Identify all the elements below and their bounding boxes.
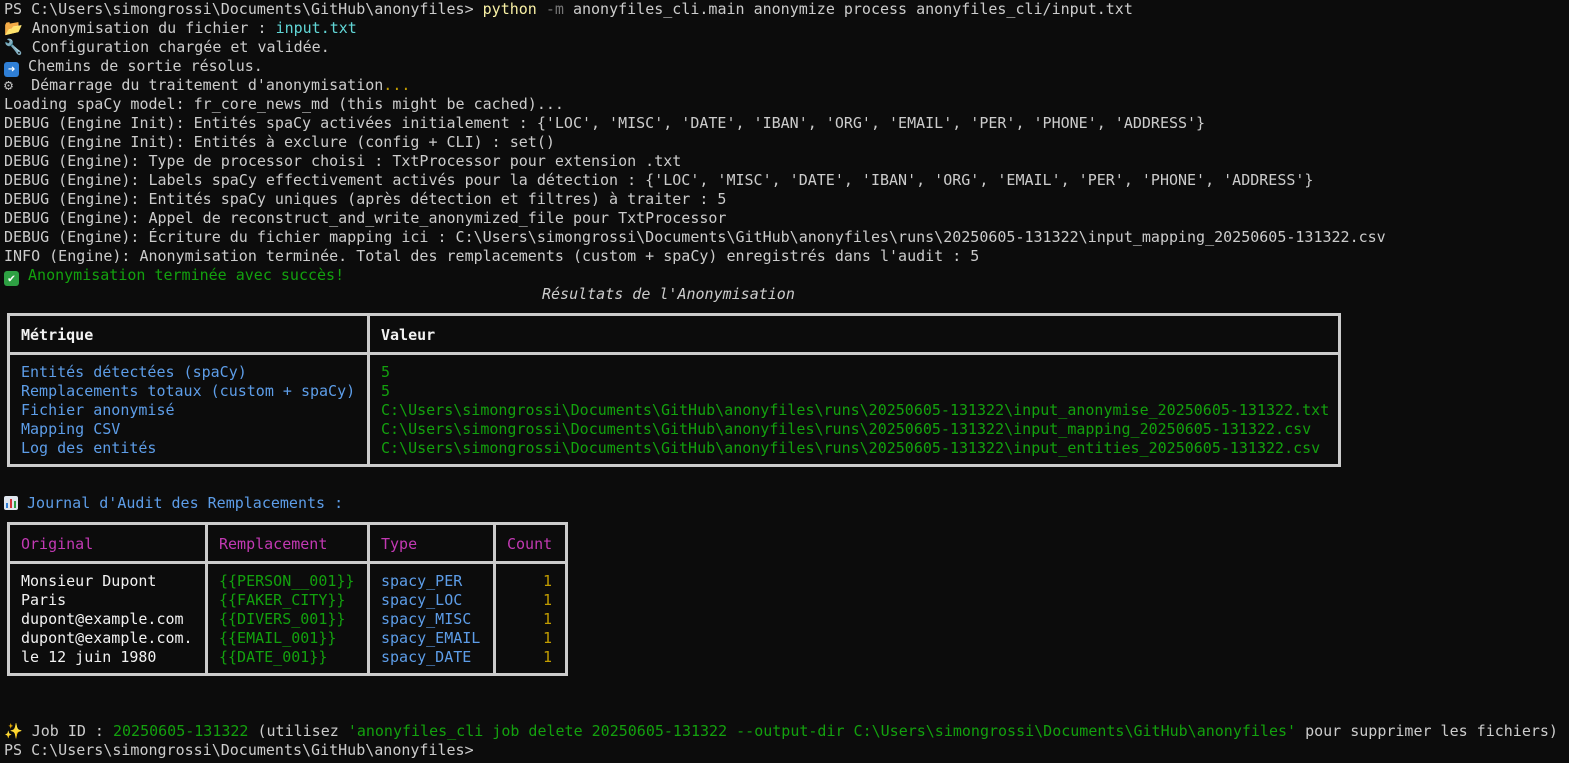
replacement-cell: {{PERSON__001}} xyxy=(219,572,355,590)
audit-table: Original Remplacement Type Count Monsieu… xyxy=(7,522,568,676)
original-cell: dupont@example.com. xyxy=(21,629,193,647)
status-line-file: 📂 Anonymisation du fichier : input.txt xyxy=(4,19,357,37)
column-divider xyxy=(205,525,208,673)
job-line: ✨ Job ID : 20250605-131322 (utilisez 'an… xyxy=(4,722,1558,740)
final-prompt[interactable]: PS C:\Users\simongrossi\Documents\GitHub… xyxy=(4,741,474,760)
gear-icon: ⚙ xyxy=(4,76,14,94)
command-name: python xyxy=(482,0,537,18)
input-filename: input.txt xyxy=(275,19,357,37)
audit-title-line: Journal d'Audit des Remplacements : xyxy=(4,494,343,513)
metric-value: C:\Users\simongrossi\Documents\GitHub\an… xyxy=(381,439,1321,457)
delete-command: 'anonyfiles_cli job delete 20250605-1313… xyxy=(347,722,1297,740)
original-cell: Monsieur Dupont xyxy=(21,572,157,590)
status-line-start: ⚙ Démarrage du traitement d'anonymisatio… xyxy=(4,76,411,94)
results-table: Métrique Valeur Entités détectées (spaCy… xyxy=(7,313,1341,467)
type-cell: spacy_PER xyxy=(381,572,463,590)
type-cell: spacy_EMAIL xyxy=(381,629,481,647)
header-original: Original xyxy=(21,535,94,553)
metric-value: C:\Users\simongrossi\Documents\GitHub\an… xyxy=(381,420,1312,438)
bar-chart-icon xyxy=(4,496,18,510)
header-value: Valeur xyxy=(381,326,436,344)
folder-icon: 📂 xyxy=(4,19,23,37)
job-id: 20250605-131322 xyxy=(113,722,249,740)
metric-label: Remplacements totaux (custom + spaCy) xyxy=(21,382,356,400)
log-line: DEBUG (Engine Init): Entités à exclure (… xyxy=(4,133,555,151)
metric-value: 5 xyxy=(381,382,391,400)
wrench-icon: 🔧 xyxy=(4,38,23,56)
header-type: Type xyxy=(381,535,418,553)
sparkles-icon: ✨ xyxy=(4,722,23,740)
success-line: ✔ Anonymisation terminée avec succès! xyxy=(4,266,1569,286)
status-line-paths: ➜ Chemins de sortie résolus. xyxy=(4,57,1569,77)
column-divider xyxy=(367,316,370,464)
status-line-config: 🔧 Configuration chargée et validée. xyxy=(4,38,330,56)
original-cell: le 12 juin 1980 xyxy=(21,648,157,666)
metric-label: Fichier anonymisé xyxy=(21,401,175,419)
replacement-cell: {{EMAIL_001}} xyxy=(219,629,337,647)
command-line: PS C:\Users\simongrossi\Documents\GitHub… xyxy=(4,0,1569,19)
type-cell: spacy_MISC xyxy=(381,610,472,628)
count-cell: 1 xyxy=(543,648,553,666)
log-line: DEBUG (Engine Init): Entités spaCy activ… xyxy=(4,114,1206,132)
original-cell: dupont@example.com xyxy=(21,610,184,628)
results-table-header xyxy=(10,316,1338,355)
header-count: Count xyxy=(507,535,553,553)
header-metric: Métrique xyxy=(21,326,94,344)
metric-value: 5 xyxy=(381,363,391,381)
prompt-text: PS C:\Users\simongrossi\Documents\GitHub… xyxy=(4,0,483,18)
type-cell: spacy_LOC xyxy=(381,591,463,609)
metric-value: C:\Users\simongrossi\Documents\GitHub\an… xyxy=(381,401,1330,419)
metric-label: Entités détectées (spaCy) xyxy=(21,363,247,381)
arrow-right-icon: ➜ xyxy=(4,62,19,77)
replacement-cell: {{FAKER_CITY}} xyxy=(219,591,346,609)
log-line: INFO (Engine): Anonymisation terminée. T… xyxy=(4,247,980,265)
column-divider xyxy=(367,525,370,673)
type-cell: spacy_DATE xyxy=(381,648,472,666)
count-cell: 1 xyxy=(543,591,553,609)
terminal-window[interactable]: PS C:\Users\simongrossi\Documents\GitHub… xyxy=(0,0,1569,763)
results-table-title: Résultats de l'Anonymisation xyxy=(542,285,795,303)
count-cell: 1 xyxy=(543,572,553,590)
log-line: Loading spaCy model: fr_core_news_md (th… xyxy=(4,95,564,113)
metric-label: Log des entités xyxy=(21,439,157,457)
column-divider xyxy=(493,525,496,673)
command-flag: -m xyxy=(545,0,564,18)
log-line: DEBUG (Engine): Appel de reconstruct_and… xyxy=(4,209,727,227)
log-line: DEBUG (Engine): Entités spaCy uniques (a… xyxy=(4,190,727,208)
count-cell: 1 xyxy=(543,610,553,628)
header-replacement: Remplacement xyxy=(219,535,328,553)
command-args: anonyfiles_cli.main anonymize process an… xyxy=(563,0,1133,18)
log-line: DEBUG (Engine): Écriture du fichier mapp… xyxy=(4,228,1386,246)
replacement-cell: {{DIVERS_001}} xyxy=(219,610,346,628)
log-line: DEBUG (Engine): Labels spaCy effectiveme… xyxy=(4,171,1314,189)
metric-label: Mapping CSV xyxy=(21,420,121,438)
replacement-cell: {{DATE_001}} xyxy=(219,648,328,666)
check-icon: ✔ xyxy=(4,271,19,286)
count-cell: 1 xyxy=(543,629,553,647)
log-line: DEBUG (Engine): Type de processor choisi… xyxy=(4,152,682,170)
original-cell: Paris xyxy=(21,591,67,609)
